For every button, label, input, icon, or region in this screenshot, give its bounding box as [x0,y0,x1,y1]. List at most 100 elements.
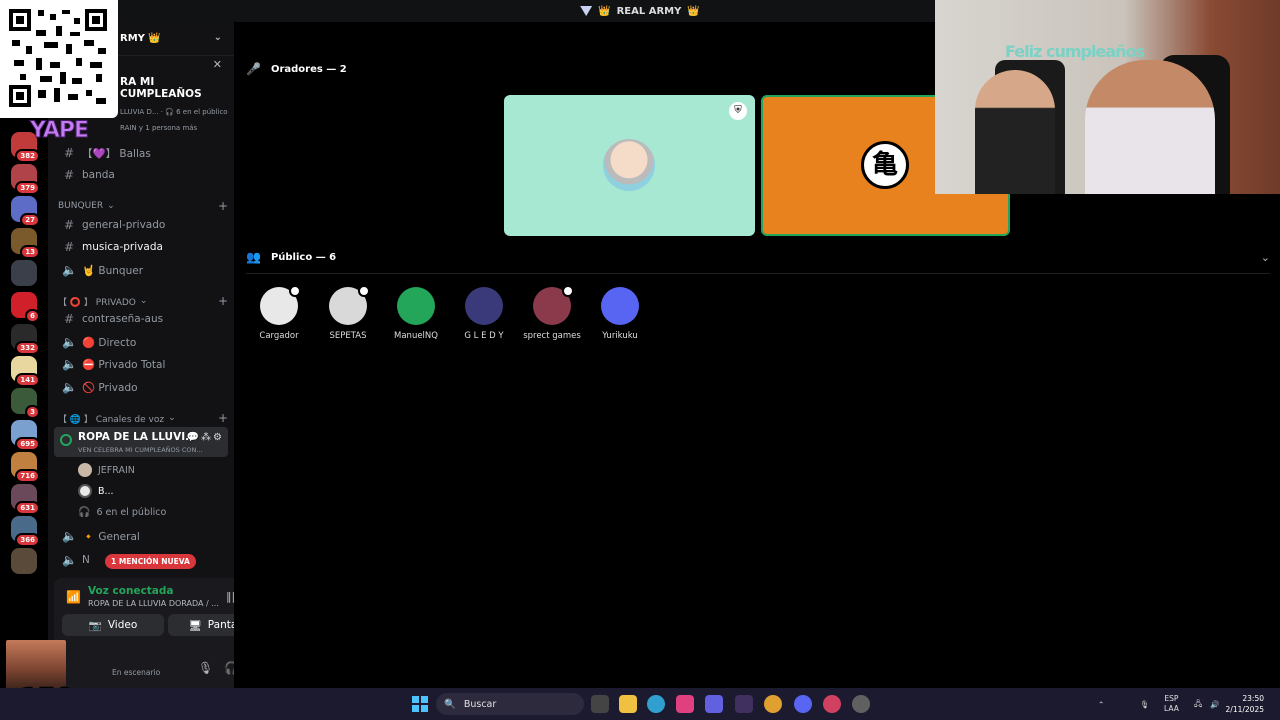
stage-actions-icons[interactable]: 💬⁂⚙ [187,432,224,443]
avatar [533,285,574,325]
hash-icon: # [63,218,75,232]
app-icon[interactable] [676,695,694,713]
audience-member[interactable]: ManuelNQ [386,287,446,341]
stage-channel-name: ROPA DE LA LLUVI... [78,431,198,443]
server-icon[interactable]: 716 [11,452,40,483]
app-icon[interactable] [852,695,870,713]
chevron-down-icon: ⌄ [213,32,222,43]
add-channel-icon[interactable]: + [218,199,228,213]
server-icon[interactable]: 141 [11,356,40,387]
task-view-icon[interactable] [591,695,609,713]
speaker-icon: 🔈 [62,529,77,543]
server-icon[interactable]: 332 [11,324,40,355]
network-icon[interactable]: 🖧 [1194,688,1202,720]
server-icon[interactable] [11,548,37,574]
clock[interactable]: 23:50 2/11/2025 [1226,693,1264,715]
unread-badge: 366 [15,533,40,547]
volume-icon[interactable]: 🔊 [1210,688,1219,720]
video-button-label: Video [107,619,138,631]
chevron-down-icon: ⌄ [168,413,176,423]
channel-banda[interactable]: # banda [56,165,226,185]
microphone-icon[interactable]: 🎙 [198,661,213,675]
channel-ballas[interactable]: # 【💜】 Ballas [56,143,226,163]
taskbar-search[interactable]: 🔍 Buscar [436,693,584,715]
chrome-icon[interactable] [764,695,782,713]
divider [246,273,1270,274]
event-title: RA MI CUMPLEAÑOS [120,76,202,100]
game-icon[interactable] [735,695,753,713]
channel-privado[interactable]: 🔈 🚫 Privado [56,377,226,397]
file-explorer-icon[interactable] [619,695,637,713]
speaker-icon: 🔈 [62,380,77,394]
voice-member[interactable]: B... [78,482,114,500]
audience-member[interactable]: SEPETAS [318,285,378,341]
language-indicator[interactable]: ESP LAA [1164,688,1179,720]
server-icon[interactable]: 27 [11,196,40,227]
channel-privado-total[interactable]: 🔈 ⛔ Privado Total [56,354,226,374]
close-icon[interactable]: ✕ [213,58,222,71]
video-button[interactable]: 📷 Video [62,614,164,636]
server-icon[interactable]: 695 [11,420,40,451]
chevron-down-icon[interactable]: ⌄ [1261,251,1270,264]
channel-general[interactable]: 🔈 🔸 General [56,526,226,546]
channel-label: banda [82,169,115,181]
voice-channel-path[interactable]: ROPA DE LA LLUVIA DORADA / ... [88,599,219,608]
stage-channel-item[interactable]: ROPA DE LA LLUVI... VEN CELEBRA MI CUMPL… [54,427,228,457]
channel-general-privado[interactable]: # general-privado [56,215,226,235]
server-icon[interactable]: 13 [11,228,40,259]
server-name: RMY [120,33,145,44]
channel-musica-privada[interactable]: # musica-privada [56,237,226,257]
tray-chevron-icon[interactable]: ⌃ [1098,688,1104,720]
stage-icon [60,434,72,446]
webcam-overlay: Feliz cumpleaños [935,0,1280,194]
channel-label: 【💜】 Ballas [82,147,151,160]
audience-member[interactable]: G L E D Y [454,287,514,341]
voice-status[interactable]: Voz conectada [88,585,174,597]
audience-member[interactable]: sprect games [522,285,582,341]
channel-label: 🔸 General [82,530,140,543]
server-icon[interactable]: 366 [11,516,40,547]
lang-layout: LAA [1164,704,1179,713]
chrome-profile-icon[interactable] [823,695,841,713]
server-icon[interactable]: 379 [11,164,40,195]
category-bunquer[interactable]: BUNQUER ⌄ + [58,199,228,213]
hash-icon: # [63,146,75,160]
audience-member[interactable]: Yurikuku [590,287,650,341]
audience-count[interactable]: 🎧 6 en el público [78,503,166,521]
add-channel-icon[interactable]: + [218,294,228,308]
unread-badge: 631 [15,501,40,515]
signal-icon[interactable]: 📶 [66,590,81,604]
mic-muted-icon [562,285,574,297]
speaker-icon: 🔈 [62,357,77,371]
avatar [260,285,301,325]
voice-member[interactable]: JEFRAIN [78,461,135,479]
add-channel-icon[interactable]: + [218,411,228,425]
edge-icon[interactable] [647,695,665,713]
birthday-banner: Feliz cumpleaños [1005,42,1145,61]
unread-badge: 379 [15,181,40,195]
clock-date: 2/11/2025 [1225,705,1264,714]
channel-contrasena[interactable]: # contraseña-aus [56,309,226,329]
server-icon[interactable]: 3 [11,388,40,419]
microphone-icon[interactable]: 🎙 [1140,688,1150,720]
speaker-tile[interactable]: ⛨ [504,95,755,236]
unread-badge: 332 [15,341,40,355]
category-canales-de-voz[interactable]: 【 🌐 】 Canales de voz ⌄ + [58,411,228,425]
event-meta: LLUVIA D... · 🎧 6 en el público [120,108,228,116]
windows-start-icon[interactable] [412,696,428,712]
channel-directo[interactable]: 🔈 🔴 Directo [56,332,226,352]
copilot-icon[interactable] [705,695,723,713]
server-icon[interactable]: 6 [11,292,40,323]
new-mention-pill[interactable]: 1 MENCIÓN NUEVA [105,554,196,569]
speakers-label: Oradores — 2 [270,63,347,75]
screen-share-icon: 🖥 [188,619,202,632]
category-privado[interactable]: 【 ⭕ 】 PRIVADO ⌄ + [58,294,228,308]
audience-member[interactable]: Cargador [249,285,309,341]
member-name: ManuelNQ [394,331,438,341]
speaker-avatar [603,139,655,191]
channel-bunquer[interactable]: 🔈 🤘 Bunquer [56,260,226,280]
discord-icon[interactable] [794,695,812,713]
server-icon[interactable]: 631 [11,484,40,515]
server-icon[interactable] [11,260,37,286]
qr-code-overlay [0,0,118,118]
